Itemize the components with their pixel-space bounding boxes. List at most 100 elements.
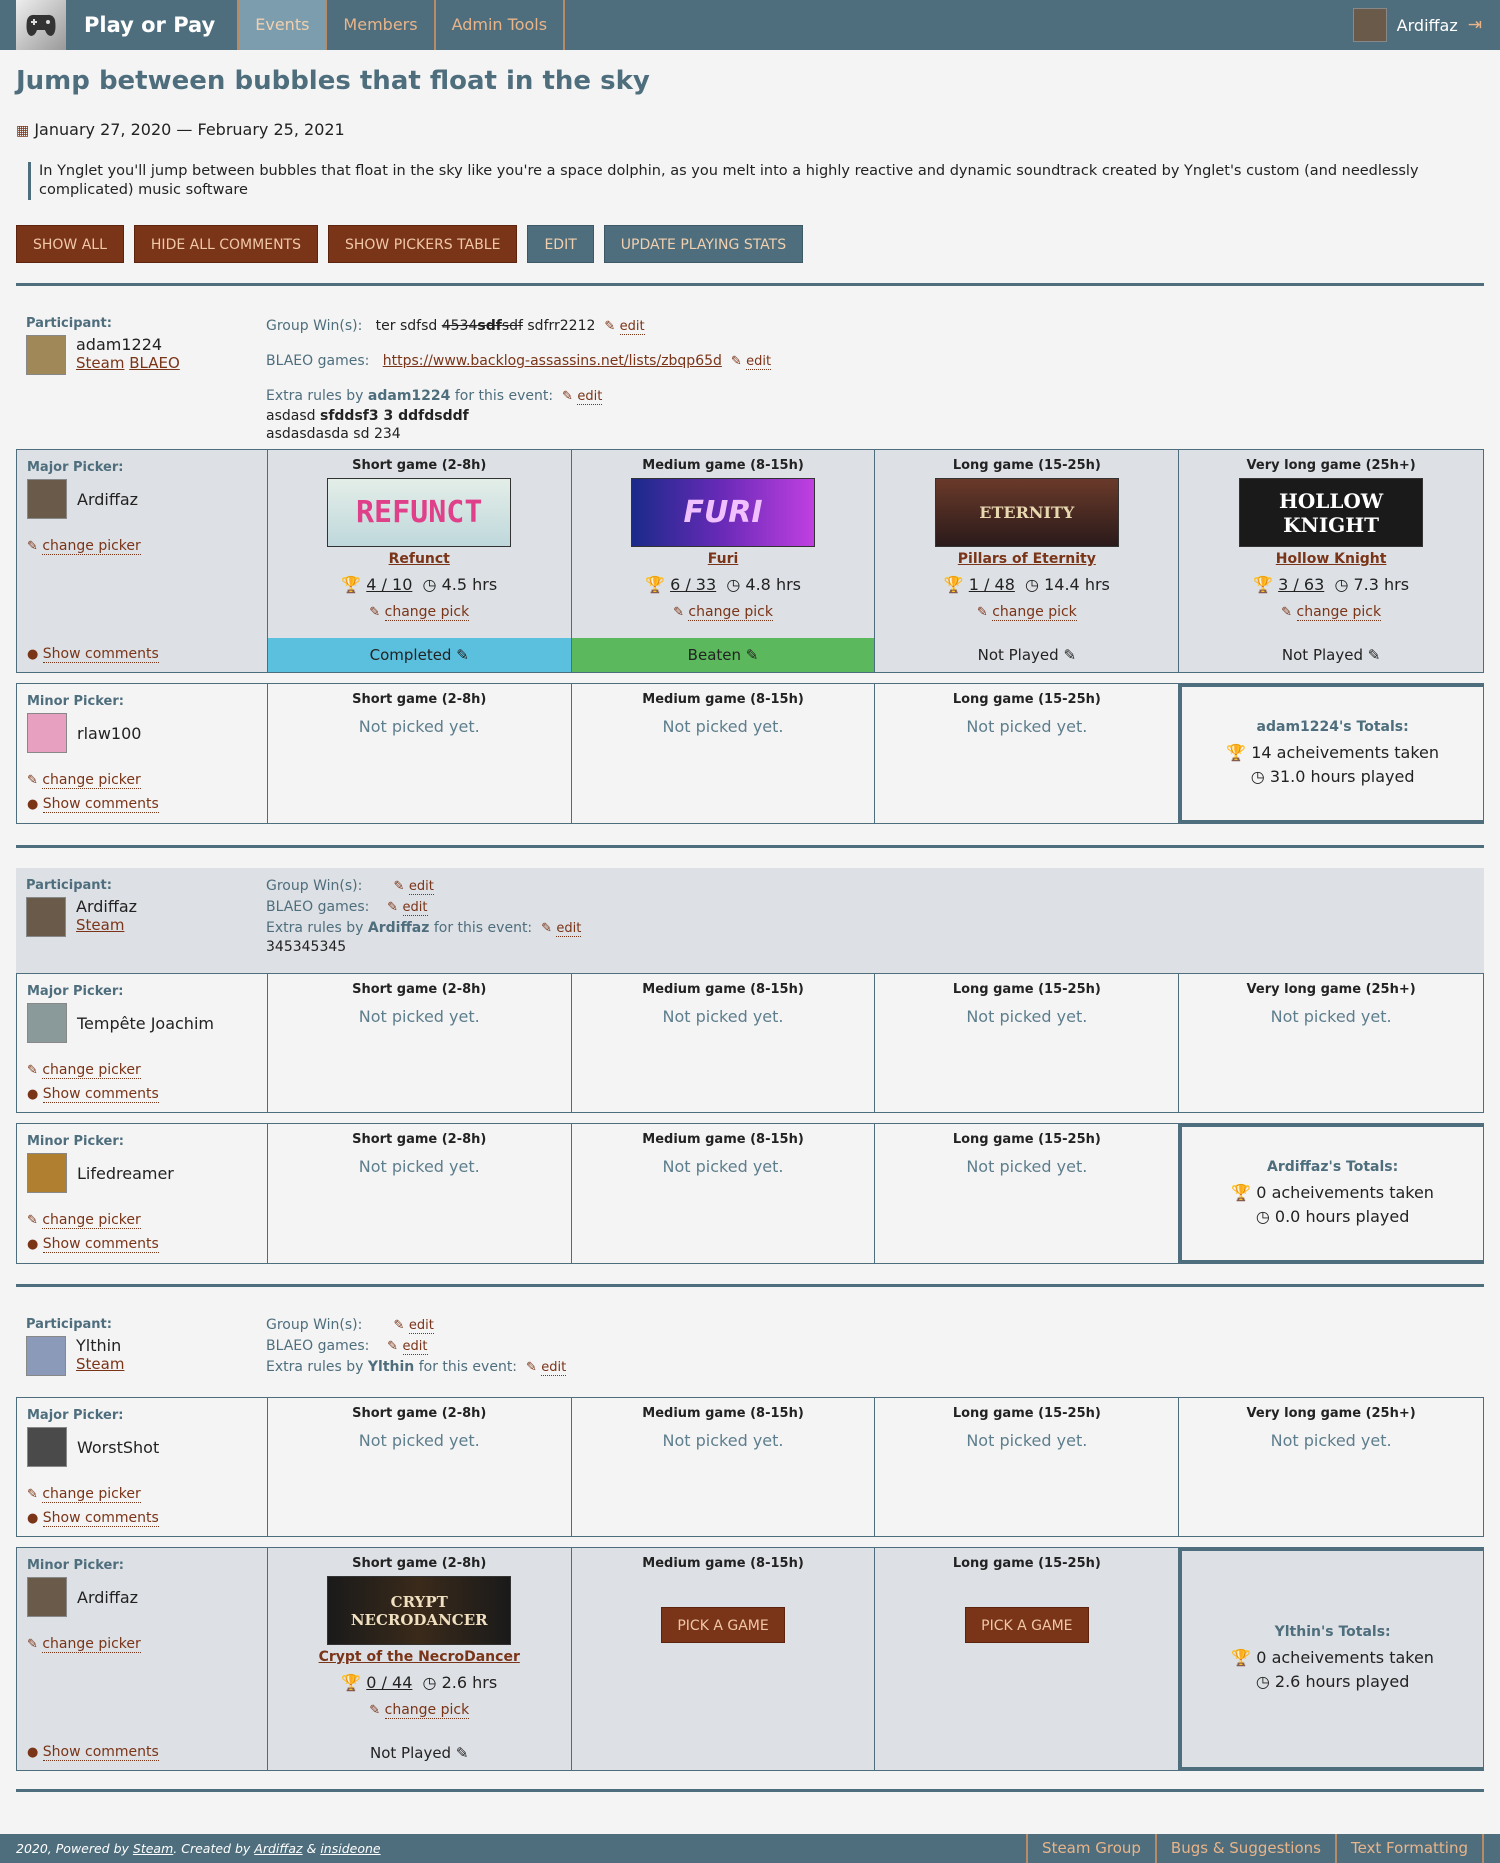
change-picker-link[interactable]: change picker [42,1486,141,1503]
category-header: Long game (15-25h) [952,1132,1101,1147]
change-pick-link[interactable]: change pick [384,1702,470,1719]
brand-title[interactable]: Play or Pay [66,0,237,50]
game-art[interactable]: FURI [631,478,816,547]
pencil-icon: ✎ [456,646,469,664]
show-comments-link[interactable]: Show comments [42,1744,159,1761]
edit-rules-link[interactable]: edit [556,921,582,937]
game-title-link[interactable]: Hollow Knight [1179,551,1483,567]
divider [16,283,1484,286]
minor-picker-name: rlaw100 [77,723,142,743]
rules-text: 345345345 [266,939,347,955]
not-picked-text: Not picked yet. [662,1157,784,1176]
gamepad-logo-icon[interactable] [16,0,66,50]
clock-icon: ◷ [726,575,741,594]
change-pick-link[interactable]: change pick [688,604,773,621]
comment-icon: ● [27,1087,39,1102]
steam-link[interactable]: Steam [76,916,124,934]
game-cell-short: Short game (2-8h) REFUNCT Refunct 🏆 4 / … [267,450,572,672]
blaeo-url-link[interactable]: https://www.backlog-assassins.net/lists/… [383,353,722,369]
footer-author-link[interactable]: Ardiffaz [254,1841,302,1856]
pencil-icon: ✎ [27,773,38,788]
participant-label: Participant: [26,878,112,893]
game-cell-medium: Medium game (8-15h) Not picked yet. [572,1398,876,1536]
pick-a-game-button[interactable]: PICK A GAME [661,1607,785,1643]
footer-bugs-link[interactable]: Bugs & Suggestions [1154,1834,1335,1863]
show-comments-link[interactable]: Show comments [42,1086,159,1103]
rules-text-bold: sfddsf3 3 ddfdsddf [319,408,469,424]
change-picker-link[interactable]: change picker [42,1062,141,1079]
change-picker-link[interactable]: change picker [42,538,141,555]
edit-group-wins-link[interactable]: edit [408,1318,434,1334]
edit-event-button[interactable]: EDIT [527,225,594,263]
update-stats-button[interactable]: UPDATE PLAYING STATS [603,225,804,263]
change-pick-link[interactable]: change pick [1296,604,1382,621]
game-art[interactable]: ETERNITY [934,478,1119,547]
picker-avatar [27,479,67,519]
status-badge[interactable]: Not Played ✎ [1179,638,1483,672]
edit-group-wins-link[interactable]: edit [408,879,434,895]
game-cell-long: Long game (15-25h) Not picked yet. [875,684,1180,823]
nav-tab-events[interactable]: Events [237,0,328,50]
status-badge[interactable]: Beaten ✎ [571,638,875,672]
steam-link[interactable]: Steam [76,354,124,372]
edit-blaeo-link[interactable]: edit [402,1339,428,1355]
footer-text-formatting-link[interactable]: Text Formatting [1334,1834,1484,1863]
footer-steam-group-link[interactable]: Steam Group [1026,1834,1155,1863]
blaeo-link[interactable]: BLAEO [129,354,180,372]
pencil-icon: ✎ [562,389,573,404]
hide-comments-button[interactable]: HIDE ALL COMMENTS [133,225,318,263]
achievements-link[interactable]: 3 / 63 [1278,575,1324,594]
show-comments-link[interactable]: Show comments [42,796,159,813]
show-all-button[interactable]: SHOW ALL [16,225,124,263]
user-menu[interactable]: Ardiffaz ⇥ [1352,0,1500,50]
game-title-link[interactable]: Refunct [268,551,571,567]
clock-icon: ◷ [422,1673,437,1692]
game-title-link[interactable]: Pillars of Eternity [875,551,1178,567]
logout-icon[interactable]: ⇥ [1468,15,1482,35]
achievements-link[interactable]: 0 / 44 [366,1673,412,1692]
participant-avatar [26,335,66,375]
change-picker-link[interactable]: change picker [42,1212,141,1229]
change-pick-link[interactable]: change pick [992,604,1077,621]
edit-blaeo-link[interactable]: edit [746,354,772,370]
edit-rules-link[interactable]: edit [541,1360,567,1376]
steam-link[interactable]: Steam [76,1355,124,1373]
game-cell-medium: Medium game (8-15h) Not picked yet. [572,1124,876,1263]
achievements-link[interactable]: 6 / 33 [670,575,716,594]
change-picker-link[interactable]: change picker [42,772,141,789]
trophy-icon: 🏆 [943,575,964,594]
show-pickers-table-button[interactable]: SHOW PICKERS TABLE [327,225,518,263]
clock-icon: ◷ [422,575,437,594]
game-title-link[interactable]: Crypt of the NecroDancer [268,1649,571,1665]
show-comments-link[interactable]: Show comments [42,1510,159,1527]
status-badge[interactable]: Not Played ✎ [268,1736,571,1770]
show-comments-link[interactable]: Show comments [42,646,159,663]
totals-box: adam1224's Totals: 🏆 14 acheivements tak… [1179,684,1484,823]
group-wins-bold: sdf [477,318,502,334]
game-art[interactable]: REFUNCT [327,478,512,547]
game-art[interactable]: CRYPT NECRODANCER [327,1576,512,1645]
edit-blaeo-link[interactable]: edit [402,900,428,916]
footer-author-link-2[interactable]: insideone [320,1841,380,1856]
blaeo-games-label: BLAEO games: [266,353,370,369]
edit-rules-link[interactable]: edit [577,389,603,405]
show-comments-link[interactable]: Show comments [42,1236,159,1253]
not-picked-text: Not picked yet. [966,717,1088,736]
pick-a-game-button[interactable]: PICK A GAME [965,1607,1089,1643]
extra-rules-label: Extra rules by [266,920,364,936]
status-badge[interactable]: Not Played ✎ [875,638,1178,672]
hours-label: hours played [1305,1672,1410,1691]
nav-tab-members[interactable]: Members [327,0,436,50]
achievements-link[interactable]: 1 / 48 [969,575,1015,594]
achievements-link[interactable]: 4 / 10 [366,575,412,594]
footer-steam-link[interactable]: Steam [133,1841,173,1856]
game-title-link[interactable]: Furi [572,551,875,567]
change-pick-link[interactable]: change pick [384,604,470,621]
calendar-icon: ▦ [16,123,30,139]
game-art[interactable]: HOLLOW KNIGHT [1239,478,1424,547]
category-header: Short game (2-8h) [352,458,487,473]
change-picker-link[interactable]: change picker [42,1636,141,1653]
edit-group-wins-link[interactable]: edit [619,319,645,335]
nav-tab-admin-tools[interactable]: Admin Tools [436,0,566,50]
status-badge[interactable]: Completed ✎ [267,638,571,672]
